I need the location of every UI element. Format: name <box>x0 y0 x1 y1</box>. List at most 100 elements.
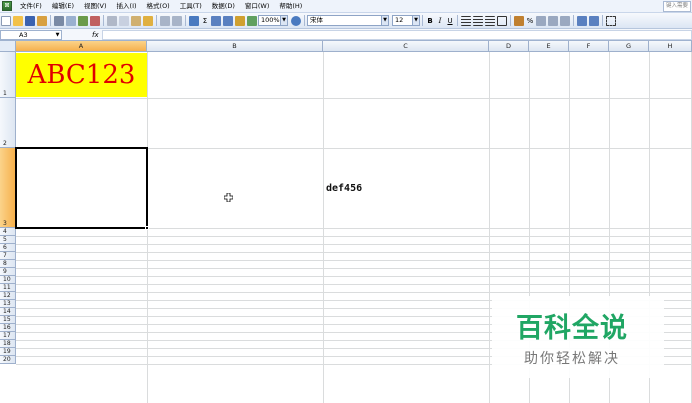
row-header-15[interactable]: 15 <box>0 316 16 324</box>
row-header-4[interactable]: 4 <box>0 228 16 236</box>
row-number: 12 <box>3 292 11 299</box>
column-header-a[interactable]: A <box>16 41 147 52</box>
row-header-20[interactable]: 20 <box>0 356 16 364</box>
row-header-3[interactable]: 3 <box>0 148 16 228</box>
row-header-8[interactable]: 8 <box>0 260 16 268</box>
menu-format[interactable]: 格式(O) <box>142 0 175 13</box>
row-header-14[interactable]: 14 <box>0 308 16 316</box>
menu-tools[interactable]: 工具(T) <box>175 0 207 13</box>
formula-bar: A3 ▼ fx <box>0 29 692 41</box>
row-number: 3 <box>3 220 7 227</box>
column-header-h[interactable]: H <box>649 41 692 52</box>
row-number: 9 <box>3 268 7 275</box>
column-header-f[interactable]: F <box>569 41 609 52</box>
column-header-c[interactable]: C <box>323 41 489 52</box>
copy-icon[interactable] <box>119 15 129 26</box>
column-header-e[interactable]: E <box>529 41 569 52</box>
sort-descending-icon[interactable] <box>223 15 233 26</box>
chevron-down-icon[interactable]: ▼ <box>54 31 61 39</box>
excel-app-icon[interactable]: ⊠ <box>2 1 12 11</box>
column-header-b[interactable]: B <box>147 41 323 52</box>
autosum-icon[interactable]: Σ <box>200 17 210 25</box>
row-header-5[interactable]: 5 <box>0 236 16 244</box>
chevron-down-icon[interactable]: ▼ <box>280 16 287 25</box>
zoom-select[interactable]: 100% ▼ <box>258 15 288 26</box>
row-header-17[interactable]: 17 <box>0 332 16 340</box>
formula-input[interactable] <box>102 29 692 40</box>
format-painter-icon[interactable] <box>143 15 153 26</box>
print-preview-icon[interactable] <box>66 15 76 26</box>
row-header-11[interactable]: 11 <box>0 284 16 292</box>
row-header-13[interactable]: 13 <box>0 300 16 308</box>
menu-data[interactable]: 数据(D) <box>207 0 240 13</box>
save-icon[interactable] <box>25 15 35 26</box>
row-header-6[interactable]: 6 <box>0 244 16 252</box>
menu-view[interactable]: 视图(V) <box>79 0 112 13</box>
row-header-2[interactable]: 2 <box>0 98 16 148</box>
sort-ascending-icon[interactable] <box>211 15 221 26</box>
watermark: 百科全说 助你轻松解决 <box>492 296 664 378</box>
cut-icon[interactable] <box>107 15 117 26</box>
align-left-icon[interactable] <box>461 15 471 26</box>
open-folder-icon[interactable] <box>13 15 23 26</box>
column-header-g[interactable]: G <box>609 41 649 52</box>
row-header-18[interactable]: 18 <box>0 340 16 348</box>
decrease-indent-icon[interactable] <box>577 15 587 26</box>
increase-decimal-icon[interactable] <box>548 15 558 26</box>
permission-icon[interactable] <box>37 15 47 26</box>
row-header-7[interactable]: 7 <box>0 252 16 260</box>
comma-style-icon[interactable] <box>536 15 546 26</box>
new-file-icon[interactable] <box>1 15 11 26</box>
menu-insert[interactable]: 插入(I) <box>112 0 142 13</box>
row-header-10[interactable]: 10 <box>0 276 16 284</box>
row-header-16[interactable]: 16 <box>0 324 16 332</box>
italic-button[interactable]: I <box>435 17 445 25</box>
menu-help[interactable]: 帮助(H) <box>274 0 307 13</box>
increase-indent-icon[interactable] <box>589 15 599 26</box>
cell-c3[interactable]: def456 <box>326 183 362 194</box>
column-header-d[interactable]: D <box>489 41 529 52</box>
help-search-box[interactable]: 键入需要 <box>663 1 691 12</box>
align-center-icon[interactable] <box>473 15 483 26</box>
row-header-12[interactable]: 12 <box>0 292 16 300</box>
underline-button[interactable]: U <box>445 17 455 25</box>
paste-icon[interactable] <box>131 15 141 26</box>
insert-function-button[interactable]: fx <box>92 31 102 39</box>
hyperlink-icon[interactable] <box>189 15 199 26</box>
spelling-icon[interactable] <box>78 15 88 26</box>
name-box[interactable]: A3 ▼ <box>0 29 62 40</box>
select-all-button[interactable] <box>0 41 16 52</box>
watermark-title: 百科全说 <box>516 313 628 344</box>
fill-handle[interactable] <box>145 226 149 230</box>
chevron-down-icon[interactable]: ▼ <box>381 16 388 25</box>
menu-window[interactable]: 窗口(W) <box>240 0 275 13</box>
percent-style-button[interactable]: % <box>525 17 535 25</box>
menu-edit[interactable]: 编辑(E) <box>47 0 79 13</box>
chart-wizard-icon[interactable] <box>235 15 245 26</box>
menu-file[interactable]: 文件(F) <box>15 0 47 13</box>
drawing-icon[interactable] <box>247 15 257 26</box>
align-right-icon[interactable] <box>485 15 495 26</box>
chevron-down-icon[interactable]: ▼ <box>412 16 419 25</box>
row-number: 8 <box>3 260 7 267</box>
borders-icon[interactable] <box>606 15 616 26</box>
currency-icon[interactable] <box>514 15 524 26</box>
help-icon[interactable] <box>291 15 301 26</box>
decrease-decimal-icon[interactable] <box>560 15 570 26</box>
bold-button[interactable]: B <box>425 17 435 25</box>
font-name-select[interactable]: 宋体 ▼ <box>307 15 389 26</box>
toolbar-separator <box>510 15 511 26</box>
research-icon[interactable] <box>90 15 100 26</box>
print-icon[interactable] <box>54 15 64 26</box>
row-header-19[interactable]: 19 <box>0 348 16 356</box>
active-cell-a3[interactable] <box>15 147 148 229</box>
row-number: 18 <box>3 340 11 347</box>
redo-icon[interactable] <box>172 15 182 26</box>
row-header-1[interactable]: 1 <box>0 52 16 98</box>
cell-a1[interactable]: ABC123 <box>16 53 147 97</box>
undo-icon[interactable] <box>160 15 170 26</box>
cell-cursor-icon <box>224 193 233 202</box>
merge-center-icon[interactable] <box>497 15 507 26</box>
font-size-select[interactable]: 12 ▼ <box>392 15 420 26</box>
row-header-9[interactable]: 9 <box>0 268 16 276</box>
